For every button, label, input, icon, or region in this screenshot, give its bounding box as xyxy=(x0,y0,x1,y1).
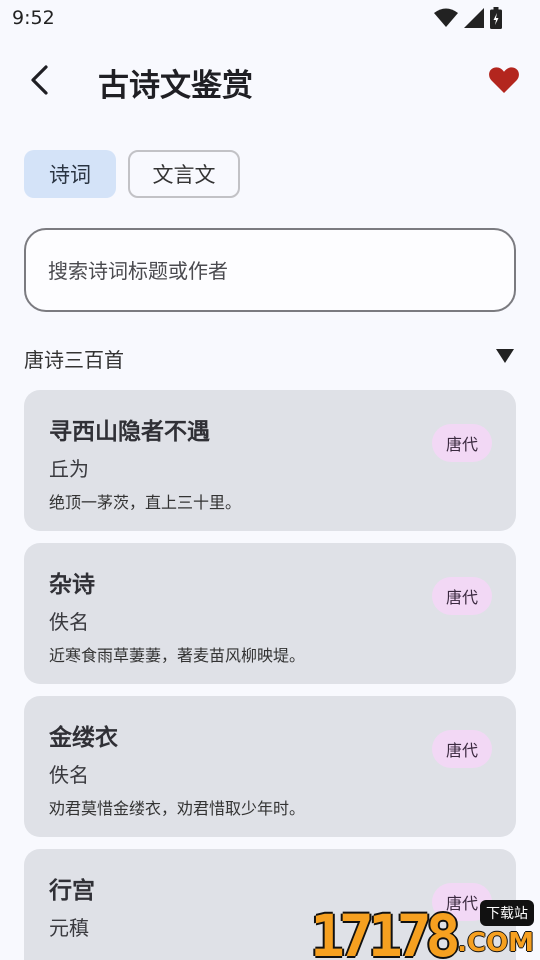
poem-card[interactable]: 寻西山隐者不遇 丘为 绝顶一茅茨，直上三十里。 唐代 xyxy=(24,390,516,531)
dropdown-triangle-icon xyxy=(496,349,514,363)
wifi-icon xyxy=(434,8,458,27)
poem-title: 杂诗 xyxy=(49,572,95,598)
poem-excerpt: 近寒食雨草萋萋，著麦苗风柳映堤。 xyxy=(49,646,306,665)
poem-excerpt: 劝君莫惜金缕衣，劝君惜取少年时。 xyxy=(49,799,306,818)
poem-title: 寻西山隐者不遇 xyxy=(49,419,210,445)
heart-icon xyxy=(489,67,519,93)
tab-classical-prose[interactable]: 文言文 xyxy=(128,150,240,198)
poem-title: 金缕衣 xyxy=(49,725,118,751)
dynasty-badge: 唐代 xyxy=(432,577,492,615)
favorite-button[interactable] xyxy=(482,58,526,102)
watermark-tag: 下载站 xyxy=(480,900,534,926)
tab-row: 诗词 文言文 xyxy=(24,150,240,198)
search-input[interactable] xyxy=(48,254,488,288)
app-bar: 古诗文鉴赏 xyxy=(0,44,540,116)
page-title: 古诗文鉴赏 xyxy=(98,68,253,104)
poem-title: 行宫 xyxy=(49,878,95,904)
status-icons xyxy=(434,7,502,29)
dynasty-badge: 唐代 xyxy=(432,730,492,768)
poem-author: 丘为 xyxy=(49,457,89,481)
arrow-back-icon xyxy=(31,65,48,95)
poem-excerpt: 绝顶一茅茨，直上三十里。 xyxy=(49,493,242,512)
poem-list: 寻西山隐者不遇 丘为 绝顶一茅茨，直上三十里。 唐代 杂诗 佚名 近寒食雨草萋萋… xyxy=(24,390,516,960)
status-time: 9:52 xyxy=(12,7,55,29)
signal-icon xyxy=(464,8,484,28)
poem-card[interactable]: 金缕衣 佚名 劝君莫惜金缕衣，劝君惜取少年时。 唐代 xyxy=(24,696,516,837)
poem-card[interactable]: 杂诗 佚名 近寒食雨草萋萋，著麦苗风柳映堤。 唐代 xyxy=(24,543,516,684)
section-header-dropdown[interactable]: 唐诗三百首 xyxy=(24,340,516,374)
section-title: 唐诗三百首 xyxy=(24,348,124,372)
poem-author: 元稹 xyxy=(49,916,89,940)
status-bar: 9:52 xyxy=(0,0,540,36)
dynasty-badge: 唐代 xyxy=(432,424,492,462)
tab-poetry[interactable]: 诗词 xyxy=(24,150,116,198)
site-watermark: 17178 下载站 .COM xyxy=(310,898,540,960)
watermark-suffix: .COM xyxy=(457,928,534,958)
watermark-digits: 17178 xyxy=(310,902,461,960)
back-button[interactable] xyxy=(18,58,62,102)
search-box xyxy=(24,228,516,312)
poem-author: 佚名 xyxy=(49,763,89,787)
poem-author: 佚名 xyxy=(49,610,89,634)
battery-icon xyxy=(490,7,502,29)
